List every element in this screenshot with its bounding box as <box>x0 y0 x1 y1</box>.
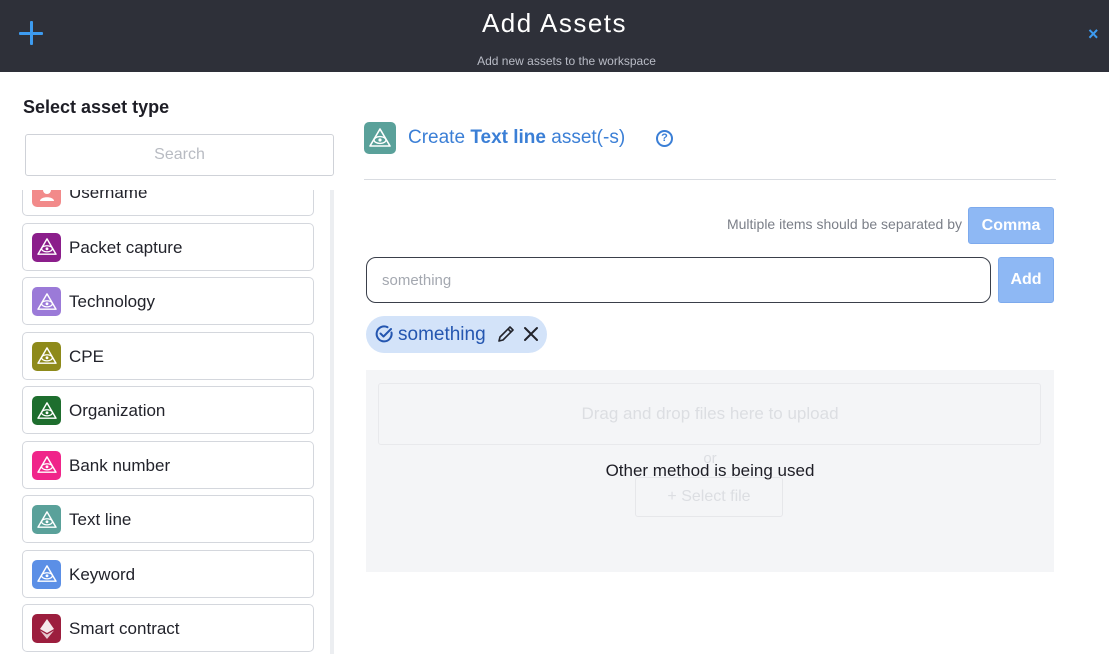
asset-type-item[interactable]: Username <box>22 190 314 216</box>
eye-icon <box>32 559 61 589</box>
asset-type-item[interactable]: Smart contract <box>22 604 314 652</box>
asset-value-input[interactable] <box>366 257 991 303</box>
add-button[interactable]: Add <box>998 257 1054 303</box>
create-prefix: Create <box>408 127 466 148</box>
separator-comma-button[interactable]: Comma <box>968 207 1054 244</box>
modal-subtitle: Add new assets to the workspace <box>477 54 656 68</box>
eye-icon <box>32 396 61 425</box>
asset-type-label: CPE <box>69 346 104 366</box>
eye-icon <box>32 505 61 534</box>
asset-type-label: Technology <box>69 292 156 311</box>
pencil-icon[interactable] <box>496 324 516 349</box>
asset-type-item[interactable]: Bank number <box>22 440 314 489</box>
eye-icon <box>32 341 61 371</box>
separator-label: Multiple items should be separated by <box>726 216 962 232</box>
asset-type-label: Bank number <box>69 455 171 475</box>
asset-type-label: Packet capture <box>69 237 183 257</box>
check-circle-icon <box>374 324 394 349</box>
asset-type-label: Organization <box>69 401 166 420</box>
asset-type-label: Text line <box>69 510 132 529</box>
remove-chip-icon[interactable] <box>521 324 541 349</box>
close-icon[interactable]: × <box>1088 24 1099 45</box>
modal-header: Add Assets Add new assets to the workspa… <box>0 0 1109 72</box>
search-input[interactable] <box>25 134 334 176</box>
asset-type-label: Smart contract <box>69 619 180 638</box>
asset-type-item[interactable]: CPE <box>22 331 314 380</box>
asset-type-item[interactable]: Keyword <box>22 549 314 598</box>
eye-icon <box>32 450 61 480</box>
asset-type-list: Username Packet capture Technology CPE Organ… <box>22 190 316 654</box>
asset-type-label: Username <box>69 190 148 202</box>
asset-type-item[interactable]: Text line <box>22 495 314 543</box>
asset-type-item[interactable]: Technology <box>22 277 314 325</box>
create-heading: Create Text line asset(-s) <box>408 127 625 149</box>
divider <box>364 179 1056 180</box>
drag-drop-text: Drag and drop files here to upload <box>581 404 839 423</box>
select-asset-type-title: Select asset type <box>23 97 170 117</box>
eye-icon <box>32 232 61 262</box>
asset-type-item[interactable]: Organization <box>22 386 314 434</box>
text-line-icon <box>364 122 396 154</box>
help-icon[interactable]: ? <box>656 130 673 147</box>
plus-icon: + <box>667 488 677 505</box>
select-file-label: Select file <box>681 488 751 505</box>
asset-type-name: Text line <box>470 127 546 148</box>
modal-title: Add Assets <box>481 8 628 38</box>
create-suffix: asset(-s) <box>551 127 626 148</box>
eye-icon <box>32 287 61 316</box>
scrollbar[interactable] <box>330 190 334 654</box>
asset-type-label: Keyword <box>69 564 136 584</box>
file-upload-area: Drag and drop files here to upload or + … <box>366 370 1054 572</box>
asset-type-item[interactable]: Packet capture <box>22 222 314 271</box>
chip-text: something <box>398 324 486 345</box>
asset-chip: something <box>366 316 547 353</box>
method-in-use-notice: Other method is being used <box>605 461 815 480</box>
select-file-button: + Select file <box>635 477 783 517</box>
ethereum-icon <box>32 614 61 643</box>
person-icon <box>32 190 61 207</box>
